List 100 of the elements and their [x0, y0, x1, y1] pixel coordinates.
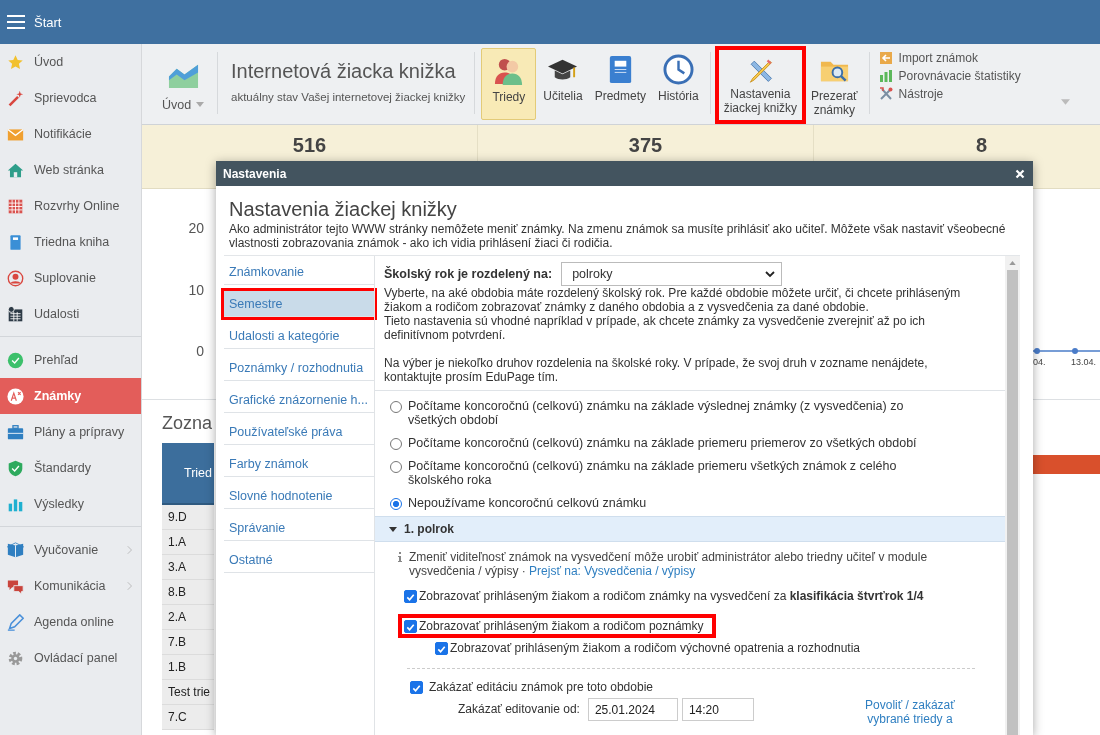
toolbar-button[interactable]: Triedy [481, 48, 537, 120]
grade-icon [7, 387, 24, 405]
sidebar-item[interactable]: Úvod [0, 44, 141, 80]
settings-nav-item[interactable]: Ostatné [224, 547, 374, 573]
tool-link[interactable]: Nástroje [878, 87, 1021, 101]
tools-icon [878, 87, 893, 101]
sidebar-item[interactable]: Udalosti [0, 296, 141, 332]
link[interactable]: Prejsť na: Vysvedčenia / výpisy [529, 564, 696, 578]
checkbox[interactable] [410, 680, 423, 694]
briefcase-icon [7, 423, 24, 441]
shield-icon [7, 459, 24, 477]
sidebar-item[interactable]: Ovládací panel [0, 640, 141, 676]
field-label: Školský rok je rozdelený na: [384, 267, 553, 281]
axis-tick-label: 10 [188, 281, 204, 298]
scroll-arrow-icon[interactable] [1009, 261, 1016, 265]
header-bar [1033, 455, 1100, 474]
sidebar-item[interactable]: Agenda online [0, 604, 141, 640]
section-header[interactable]: 1. polrok [375, 516, 1005, 542]
info-icon [398, 552, 402, 562]
close-icon[interactable] [1015, 168, 1025, 179]
tool-link[interactable]: Import známok [878, 51, 1021, 65]
toolbar-button[interactable]: História [653, 48, 704, 120]
menu-icon[interactable] [7, 15, 25, 29]
sidebar-item[interactable]: Plány a prípravy [0, 414, 141, 450]
table-cell: Test trie [162, 680, 214, 705]
clock-icon [662, 54, 694, 85]
sidebar-item[interactable]: Sprievodca [0, 80, 141, 116]
sidebar-item[interactable]: Rozvrhy Online [0, 188, 141, 224]
chart-line [1033, 346, 1100, 356]
axis-tick-label: 0 [196, 343, 204, 359]
stat-value: 8 [975, 134, 988, 158]
column-header[interactable]: Tried [162, 443, 214, 505]
sidebar-item[interactable]: Výsledky [0, 486, 141, 522]
radio-label: Počítame koncoročnú (celkovú) známku na základe priemeru všetkých známok z celého školského roka [408, 459, 898, 487]
magic-wand-icon [7, 89, 24, 107]
bar-chart-icon [878, 69, 893, 83]
table-cell: 3.A [162, 555, 214, 580]
sidebar-item[interactable]: Štandardy [0, 450, 141, 486]
toolbar-button[interactable]: Nastavenia žiackej knižky [718, 52, 803, 116]
page-title: Internetová žiacka knižka [231, 59, 457, 83]
settings-nav-item[interactable]: Udalosti a kategórie [224, 323, 374, 349]
toolbar-button[interactable]: Predmety [589, 48, 651, 120]
table-cell: 7.B [162, 630, 214, 655]
star-icon [7, 53, 24, 71]
table-cell: 7.C [162, 705, 214, 730]
scrollbar[interactable] [1005, 256, 1020, 735]
toolbar-button[interactable]: Učitelia [538, 48, 588, 120]
settings-nav-item[interactable]: Známkovanie [224, 259, 374, 285]
period-select[interactable]: polroky [561, 262, 783, 286]
help-text: Tieto nastavenia sú vhodné napríklad v prípade, ak chcete známky za vysvedčenie zverejniť až po ich definitívnom potvrdení. [384, 314, 927, 342]
checkbox[interactable] [404, 619, 417, 633]
calendar-clock-icon [7, 305, 24, 323]
sidebar-item[interactable]: Prehľad [0, 342, 141, 378]
settings-nav-item[interactable]: Grafické znázornenie h... [224, 387, 374, 413]
sidebar-item[interactable]: Známky [0, 378, 141, 414]
settings-nav-item[interactable]: Správanie [224, 515, 374, 541]
caret-icon [1060, 99, 1070, 105]
sidebar-item[interactable]: Vyučovanie [0, 532, 141, 568]
sidebar-item[interactable]: Notifikácie [0, 116, 141, 152]
person-icon [7, 269, 24, 287]
sidebar-item[interactable]: Web stránka [0, 152, 141, 188]
toolbar-button[interactable]: Prezerať známky [806, 48, 863, 120]
link[interactable]: Povoliť / zakázať vybrané triedy a [859, 698, 960, 726]
dialog-heading: Nastavenia žiackej knižky [229, 198, 458, 220]
date-field[interactable]: 25.01.2024 [587, 698, 678, 721]
sidebar-item[interactable]: Komunikácia [0, 568, 141, 604]
radio-label: Nepoužívame koncoročnú celkovú známku [408, 496, 648, 510]
app-title: Štart [34, 14, 62, 30]
settings-nav-item[interactable]: Slovné hodnotenie [224, 483, 374, 509]
settings-nav-item[interactable]: Farby známok [224, 451, 374, 477]
sidebar-item[interactable]: Suplovanie [0, 260, 141, 296]
checkbox[interactable] [435, 641, 448, 655]
house-icon [7, 161, 24, 179]
stat-value: 375 [628, 134, 663, 158]
settings-nav-item[interactable]: Poznámky / rozhodnutia [224, 355, 374, 381]
sidebar-item[interactable]: Triedna kniha [0, 224, 141, 260]
axis-tick-label: 20 [188, 220, 204, 236]
gear-icon [7, 649, 24, 667]
checkbox-label: Zobrazovať prihláseným žiakom a rodičom poznámky [419, 619, 704, 633]
radio-button[interactable] [390, 498, 402, 510]
settings-nav-item[interactable]: Používateľské práva [224, 419, 374, 445]
table-cell: 1.A [162, 530, 214, 555]
axis-tick-label: 13.04. [1070, 357, 1096, 367]
field-label: Zakázať editovanie od: [458, 701, 580, 716]
home-button[interactable]: Úvod [154, 46, 212, 124]
page-subtitle: aktuálny stav Vašej internetovej žiackej knižky [231, 90, 466, 103]
table-cell: 2.A [162, 605, 214, 630]
radio-label: Počítame koncoročnú (celkovú) známku na základe priemeru priemerov zo všetkých období [408, 436, 918, 450]
table-cell: 9.D [162, 505, 214, 530]
tool-link[interactable]: Porovnávacie štatistiky [878, 69, 1021, 83]
checkbox[interactable] [404, 589, 417, 603]
table-cell: 1.B [162, 655, 214, 680]
checkbox-label: Zobrazovať prihláseným žiakom a rodičom výchovné opatrenia a rozhodnutia [450, 641, 861, 655]
check-circle-icon [7, 351, 24, 369]
table-cell: 8.B [162, 580, 214, 605]
help-text: Na výber je niekoľko druhov rozdelenia na školské roky. V prípade, že svoj druh v zozname nenájdete, kontaktujte prosím EduPage tím. [384, 356, 929, 384]
dialog-title: Nastavenia [223, 166, 287, 181]
time-field[interactable]: 14:20 [681, 698, 754, 721]
stat-value: 516 [292, 134, 327, 158]
import-icon [878, 51, 893, 65]
